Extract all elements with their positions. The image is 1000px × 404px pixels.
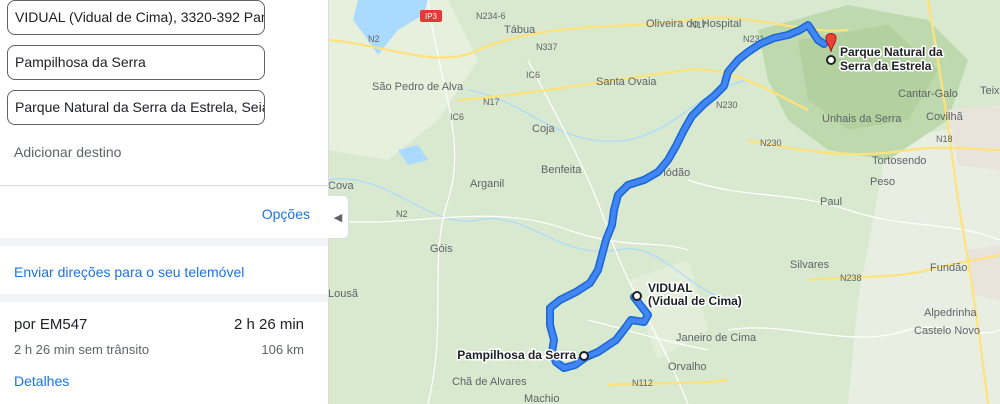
chevron-left-icon: ◀: [333, 211, 343, 224]
destination-label: Serra da Estrela: [840, 59, 932, 73]
road-label: N2: [368, 34, 380, 44]
place-label: Oliveira do Hospital: [646, 18, 741, 30]
place-label: Chã de Alvares: [452, 376, 527, 388]
road-label: N112: [632, 378, 653, 388]
place-label: Coja: [532, 123, 556, 135]
place-label: Paul: [820, 196, 842, 208]
route-name: por EM547: [14, 316, 88, 333]
destination-label: Parque Natural da: [840, 45, 943, 59]
place-label: Orvalho: [668, 361, 707, 373]
place-label: Teix: [980, 85, 1000, 97]
waypoint-input[interactable]: Pampilhosa da Serra: [7, 45, 265, 80]
add-destination-button[interactable]: Adicionar destino: [14, 144, 121, 160]
section-divider: [0, 238, 328, 246]
place-label: Tortosendo: [872, 155, 926, 167]
details-link[interactable]: Detalhes: [14, 373, 69, 389]
collapse-panel-button[interactable]: ◀: [328, 195, 349, 239]
route-duration: 2 h 26 min: [233, 316, 304, 333]
route-traffic-note: 2 h 26 min sem trânsito: [14, 342, 150, 357]
place-label: Góis: [430, 243, 453, 255]
place-label: Cova: [328, 180, 355, 192]
place-label: Cantar-Galo: [898, 88, 958, 100]
road-label: IP3: [425, 12, 438, 21]
place-label: Arganil: [470, 178, 504, 190]
place-label: Unhais da Serra: [822, 113, 902, 125]
destination-input[interactable]: Parque Natural da Serra da Estrela, Seia…: [7, 90, 265, 125]
origin-label: (Vidual de Cima): [648, 294, 742, 308]
origin-dot-icon: [632, 291, 642, 301]
place-label: Alpedrinha: [924, 307, 977, 319]
place-label: Janeiro de Cima: [676, 332, 757, 344]
road-label: IC6: [450, 112, 464, 122]
route-distance: 106 km: [261, 342, 304, 357]
place-label: Benfeita: [541, 164, 582, 176]
place-label: Machio: [524, 393, 559, 404]
origin-label: VIDUAL: [648, 281, 693, 295]
section-divider: [0, 294, 328, 302]
place-label: Tábua: [504, 24, 536, 36]
place-label: Covilhã: [926, 111, 964, 123]
place-label: Peso: [870, 176, 895, 188]
road-label: N230: [760, 138, 782, 148]
road-label: N238: [840, 273, 862, 283]
destination-dot-icon: [826, 55, 836, 65]
place-label: Lousã: [328, 288, 359, 300]
map-layer: IP3 N234-6 N2 N337 N17 N231 IC6 IC6 N17 …: [328, 0, 1000, 404]
place-label: Castelo Novo: [914, 325, 980, 337]
road-label: N2: [396, 209, 408, 219]
road-label: N234-6: [476, 11, 506, 21]
road-label: IC6: [526, 70, 540, 80]
directions-panel: VIDUAL (Vidual de Cima), 3320-392 Pampil…: [0, 0, 329, 404]
place-label: São Pedro de Alva: [372, 81, 464, 93]
road-label: N230: [716, 100, 738, 110]
map-canvas[interactable]: IP3 N234-6 N2 N337 N17 N231 IC6 IC6 N17 …: [328, 0, 1000, 404]
waypoint-label: Pampilhosa da Serra: [457, 348, 576, 362]
origin-input[interactable]: VIDUAL (Vidual de Cima), 3320-392 Pampil…: [7, 0, 265, 35]
road-label: N337: [536, 42, 558, 52]
divider: [0, 185, 328, 186]
options-button[interactable]: Opções: [262, 206, 310, 222]
place-label: Fundão: [930, 262, 967, 274]
place-label: Santa Ovaia: [596, 76, 657, 88]
send-to-phone-link[interactable]: Enviar direções para o seu telemóvel: [14, 264, 244, 280]
road-label: N17: [483, 97, 500, 107]
waypoint-marker[interactable]: Pampilhosa da Serra: [456, 347, 589, 364]
road-label: N18: [936, 134, 953, 144]
waypoint-dot-icon: [579, 351, 589, 361]
place-label: Silvares: [790, 259, 830, 271]
